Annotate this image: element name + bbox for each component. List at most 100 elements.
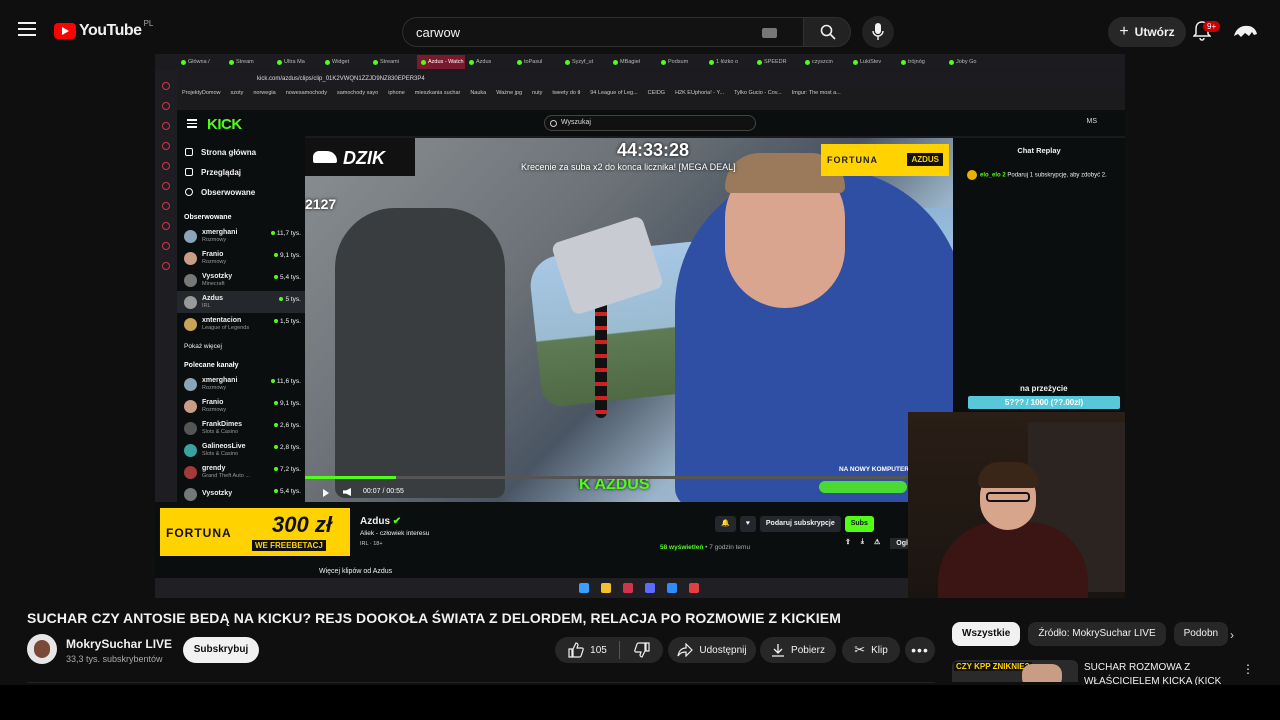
ad-amount: 300 zł: [272, 512, 332, 537]
channel-avatar-icon: [184, 465, 197, 479]
recommended-thumbnail[interactable]: CZY KPP ZNIKNIE?: [952, 660, 1078, 682]
create-button[interactable]: + Utwórz: [1108, 17, 1186, 47]
browse-icon: [185, 168, 193, 176]
more-actions-button[interactable]: •••: [905, 637, 935, 663]
browser-tab-bar: Główna / Stream Ultra Ma Widget Streami Azdus…: [155, 54, 1125, 70]
keyboard-icon[interactable]: [762, 28, 777, 38]
browser-tab: Podsum: [657, 55, 705, 69]
kick-channel-row: xmerghani Rozmowy 11,7 tys.: [177, 225, 305, 247]
kick-bell-icon: 🔔: [715, 516, 736, 532]
browser-tab: toPasul: [513, 55, 561, 69]
sponsor-code: AZDUS: [907, 153, 943, 166]
tab-label: Azdus: [476, 59, 492, 65]
browser-tab: Ultra Ma: [273, 55, 321, 69]
browser-tab: Joby Go: [945, 55, 993, 69]
van-seat: [335, 208, 505, 498]
channel-name: FrankDimes: [202, 420, 243, 428]
filter-chip[interactable]: Źródło: MokrySuchar LIVE: [1028, 622, 1166, 646]
kick-channel-row: GalineosLive Slots & Casino 2,8 tys.: [177, 439, 305, 461]
overlay-goal-text: NA NOWY KOMPUTER: [838, 466, 909, 473]
channel-avatar-icon: [184, 273, 197, 287]
voice-search-button[interactable]: [862, 16, 894, 48]
like-count: 105: [590, 644, 607, 656]
streamer-name: Azdus: [360, 516, 390, 527]
tab-label: Azdus - Watch c: [428, 59, 465, 65]
bookmark-item: Tylko Gucio - Cov...: [734, 90, 782, 96]
dzik-logo: DZIK: [305, 138, 415, 176]
gift-sub-button: Podaruj subskrypcje: [759, 516, 841, 532]
tab-favicon-icon: [325, 59, 330, 65]
channel-category: Slots & Casino: [202, 428, 239, 435]
account-avatar-icon[interactable]: [1232, 20, 1258, 44]
kick-search: Wyszukaj: [544, 115, 756, 131]
report-icon: ⚠: [873, 539, 881, 546]
share-icon: ⇪: [845, 539, 851, 546]
browser-url: kick.com/azdus/clips/clip_01K2VWQN1ZZJD9…: [257, 76, 425, 82]
clip-button[interactable]: ✂ Klip: [842, 637, 900, 663]
filter-chip[interactable]: Wszystkie: [952, 622, 1021, 646]
channel-category: Rozmowy: [202, 236, 227, 243]
thumbnail-text: CZY KPP ZNIKNIE?: [954, 662, 1032, 671]
browser-tab: czyszcin: [801, 55, 849, 69]
thumbs-up-icon[interactable]: [568, 642, 584, 658]
bookmark-item: Nauka: [470, 90, 487, 96]
kick-channel-row: Franio Rozmowy 9,1 tys.: [177, 395, 305, 417]
webcam-overlay: [908, 412, 1125, 598]
recommended-menu-icon[interactable]: ⋮: [1242, 662, 1254, 676]
subscriber-count: 33,3 tys. subskrybentów: [66, 654, 163, 664]
kick-video: DZIK 44:33:28 Krecenie za suba x2 do kon…: [305, 138, 953, 502]
bookmark-item: Ważne jpg: [496, 90, 523, 96]
channel-avatar-icon: [184, 399, 197, 413]
download-button[interactable]: Pobierz: [760, 637, 836, 663]
share-label: Udostępnij: [699, 644, 747, 656]
chat-title: Chat Replay: [1017, 146, 1061, 155]
channel-viewers: 5 tys.: [279, 296, 301, 303]
bookmark-item: norwegia: [253, 90, 276, 96]
tab-favicon-icon: [469, 59, 474, 65]
age-badge: 18+: [373, 541, 383, 547]
channel-avatar[interactable]: [27, 634, 57, 664]
search-button[interactable]: [803, 17, 851, 47]
channel-name: Franio: [202, 398, 224, 406]
microphone-icon: [872, 23, 884, 40]
kick-channel-row: FrankDimes Slots & Casino 2,6 tys.: [177, 417, 305, 439]
chevron-right-icon[interactable]: ›: [1230, 628, 1234, 642]
bookmark-item: mieszkania suchar: [414, 90, 461, 96]
notifications-badge: 9+: [1203, 21, 1221, 32]
fortuna-ad: FORTUNA 300 zł WE FREEBETACJ: [160, 508, 350, 556]
kick-channel-row: Azdus IRL 5 tys.: [177, 291, 305, 313]
filter-chip[interactable]: Podobn: [1173, 622, 1229, 646]
youtube-logo-text: YouTube: [79, 22, 142, 39]
description-divider: [27, 682, 935, 683]
video-progress: [305, 476, 953, 479]
channel-viewers: 9,1 tys.: [274, 252, 301, 259]
tab-favicon-icon: [949, 59, 954, 65]
kick-heart-icon: ♥: [739, 516, 756, 532]
tab-favicon-icon: [901, 59, 906, 65]
thumbs-down-icon[interactable]: [634, 642, 650, 658]
bookmarks-bar: ProjektyDomow szoty norwegia nowesamochody s…: [177, 90, 1125, 104]
tab-favicon-icon: [565, 59, 570, 65]
hamburger-menu-icon[interactable]: [18, 22, 36, 36]
tab-label: Stream: [236, 59, 254, 65]
browser-address-bar: kick.com/azdus/clips/clip_01K2VWQN1ZZJD9…: [177, 72, 1125, 88]
kick-channel-row: xmerghani Rozmowy 11,6 tys.: [177, 373, 305, 395]
tab-label: LukiStev: [860, 59, 882, 65]
channel-name[interactable]: MokrySuchar LIVE: [66, 637, 172, 651]
volume-icon: [343, 488, 351, 496]
video-time: 00:07 / 00:55: [363, 488, 404, 495]
recommended-title: Polecane kanały: [184, 362, 239, 369]
youtube-logo[interactable]: YouTube PL: [54, 19, 153, 40]
kick-header: KICK Wyszukaj MS: [177, 110, 1125, 136]
clip-views: 58 wyświetleń: [660, 544, 704, 551]
share-button[interactable]: Udostępnij: [668, 637, 756, 663]
bookmark-item: tweety do tł: [552, 90, 581, 96]
share-icon: [677, 643, 694, 657]
stream-title: Aliek - człowiek interesu: [360, 530, 430, 537]
browser-tab: Główna /: [177, 55, 225, 69]
subscribe-button[interactable]: Subskrybuj: [183, 637, 259, 663]
more-clips: Więcej klipów od Azdus: [319, 568, 393, 575]
channel-category: Rozmowy: [202, 258, 227, 265]
channel-name: Vysotzky: [202, 490, 233, 497]
search-input[interactable]: carwow: [402, 17, 804, 47]
